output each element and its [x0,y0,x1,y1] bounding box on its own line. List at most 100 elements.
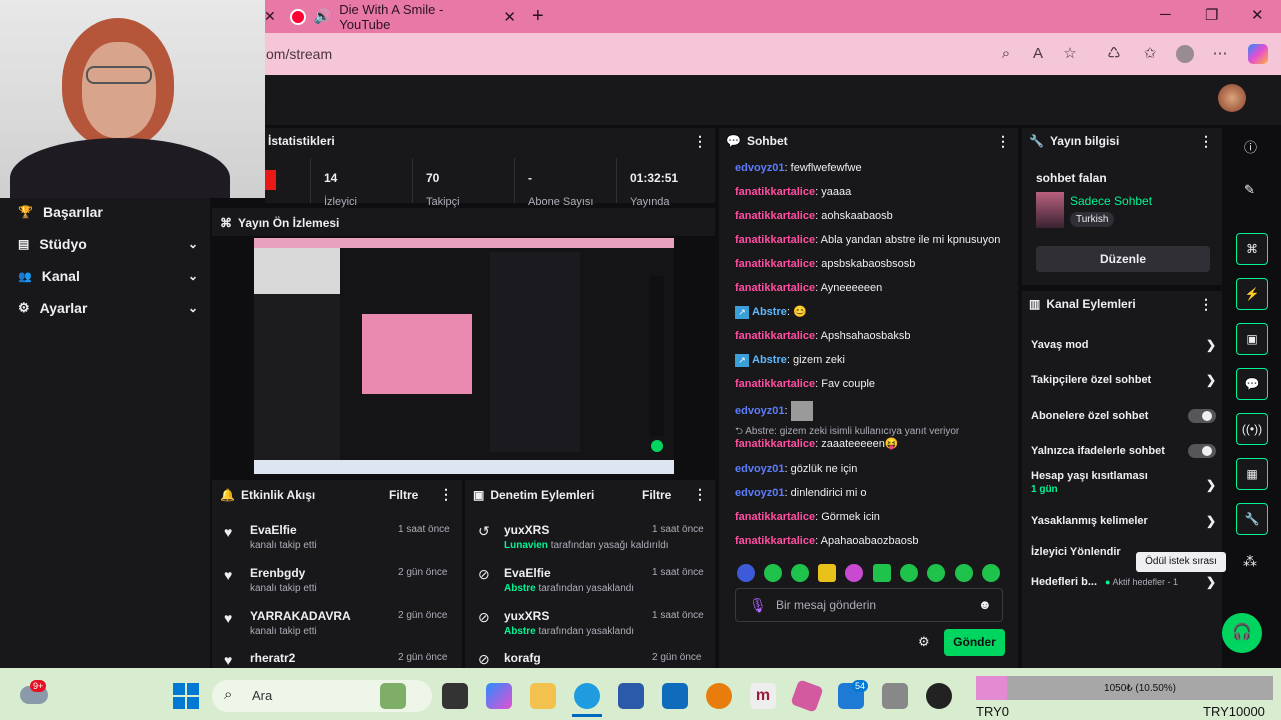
emote-icon[interactable] [982,564,1000,582]
read-aloud-icon[interactable]: A [1028,44,1048,64]
file-explorer-icon[interactable] [530,683,556,709]
blender-icon[interactable] [706,683,732,709]
extensions-icon[interactable]: ♺ [1104,44,1124,64]
microphone-icon[interactable]: 🎙 [749,597,767,614]
chat-message[interactable]: ↗ Abstre: gizem zeki [735,353,1015,367]
moderation-item[interactable]: ↺ yuxXRS Lunavien tarafından yasağı kald… [476,520,716,562]
minimize-button[interactable]: ─ [1160,6,1171,23]
activity-item[interactable]: ♥ EvaElfie kanalı takip etti 1 saat önce [222,520,462,562]
chat-message[interactable]: edvoyz01: [735,401,1015,421]
chat-user[interactable]: Abstre [752,354,787,366]
nav-item-kanal[interactable]: 👥 Kanal ⌄ [18,263,198,289]
profile-icon[interactable] [1176,45,1194,63]
copilot-app-icon[interactable] [486,683,512,709]
sidebar-chat-button[interactable]: 💬 [1236,368,1268,400]
window-close-button[interactable]: ✕ [1251,6,1264,24]
moderation-item[interactable]: ⊘ EvaElfie Abstre tarafından yasaklandı … [476,563,716,605]
nav-item-basarilar[interactable]: 🏆 Başarılar [18,199,198,225]
chat-user[interactable]: fanatikkartalice [735,186,815,198]
more-menu-icon[interactable]: ⋯ [1210,44,1230,64]
action-account-age[interactable]: Hesap yaşı kısıtlaması 1 gün ❯ [1031,470,1216,502]
action-goals[interactable]: Hedefleri b... ● Aktif hedefler - 1 ❯ [1031,570,1216,594]
chat-user[interactable]: fanatikkartalice [735,258,815,270]
restore-button[interactable]: ❐ [1205,6,1218,24]
chat-message[interactable]: fanatikkartalice: yaaaa [735,185,1015,199]
subscribers-only-toggle[interactable] [1188,409,1216,423]
task-view-icon[interactable] [442,683,468,709]
action-subscribers-only[interactable]: Abonelere özel sohbet [1031,404,1216,428]
address-url[interactable]: om/stream [266,46,332,62]
sidebar-tools-button[interactable]: 🔧 [1236,503,1268,535]
channel-actions-more-icon[interactable]: ⋮ [1199,296,1213,313]
start-button[interactable] [173,683,199,709]
chat-message[interactable]: fanatikkartalice: Ayneeeeeen [735,281,1015,295]
nav-item-ayarlar[interactable]: ⚙ Ayarlar ⌄ [18,295,198,321]
edit-pencil-icon[interactable]: ✎ [1244,182,1255,198]
chat-message[interactable]: ↗ Abstre: 😊 [735,305,1015,319]
info-icon[interactable]: ⓘ [1244,137,1257,156]
chat-user[interactable]: fanatikkartalice [735,282,815,294]
chevron-down-icon[interactable]: ⌄ [188,269,198,283]
action-emote-only[interactable]: Yalnızca ifadelerle sohbet [1031,439,1216,463]
action-banned-words[interactable]: Yasaklanmış kelimeler ❯ [1031,509,1216,533]
chat-message[interactable]: fanatikkartalice: Görmek icin [735,510,1015,524]
action-slow-mode[interactable]: Yavaş mod ❯ [1031,333,1216,357]
chat-user[interactable]: edvoyz01 [735,405,785,417]
emote-icon[interactable] [818,564,836,582]
reward-queue-icon[interactable]: ⁂ [1243,553,1257,570]
chat-user[interactable]: edvoyz01 [735,487,785,499]
chat-message[interactable]: fanatikkartalice: Abla yandan abstre ile… [735,233,1015,247]
user-avatar[interactable] [1218,84,1246,112]
obs-app-icon[interactable] [926,683,952,709]
chat-user[interactable]: edvoyz01 [735,162,785,174]
collections-icon[interactable]: ✩ [1140,44,1160,64]
chat-message[interactable]: edvoyz01: dinlendirici mi o [735,486,1015,500]
edge-browser-icon[interactable] [574,683,600,709]
emote-icon[interactable] [955,564,973,582]
edit-button[interactable]: Düzenle [1036,246,1210,272]
category-name[interactable]: Sadece Sohbet [1070,194,1152,208]
chat-user[interactable]: fanatikkartalice [735,378,815,390]
activity-item[interactable]: ♥ YARRAKADAVRA kanalı takip etti 2 gün ö… [222,606,462,648]
zoom-icon[interactable]: ⌕ [996,44,1016,64]
chat-message[interactable]: fanatikkartalice: apsbskabaosbsosb [735,257,1015,271]
emote-only-toggle[interactable] [1188,444,1216,458]
new-tab-button[interactable]: + [532,5,544,28]
copilot-icon[interactable] [1248,44,1268,64]
sidebar-broadcast-button[interactable]: ((•)) [1236,413,1268,445]
chat-user[interactable]: Abstre [752,306,787,318]
chat-user[interactable]: fanatikkartalice [735,234,815,246]
activity-filter-button[interactable]: Filtre [389,488,418,502]
send-button[interactable]: Gönder [944,629,1005,656]
chat-message[interactable]: fanatikkartalice: Apshsahaosbaksb [735,329,1015,343]
favorite-star-icon[interactable]: ☆ [1060,44,1080,64]
microphone-app-icon[interactable] [882,683,908,709]
moderation-more-icon[interactable]: ⋮ [693,486,707,503]
activity-more-icon[interactable]: ⋮ [439,486,453,503]
chat-input[interactable]: Bir mesaj gönderin [735,588,1003,622]
chevron-down-icon[interactable]: ⌄ [188,237,198,251]
headset-support-button[interactable]: 🎧 [1222,613,1262,653]
chat-message[interactable]: edvoyz01: fewflwefewfwe [735,161,1015,175]
tab-close-icon[interactable]: ✕ [503,8,516,26]
action-followers-only[interactable]: Takipçilere özel sohbet ❯ [1031,368,1216,392]
sidebar-flash-button[interactable]: ⚡ [1236,278,1268,310]
activity-item[interactable]: ♥ rheratr2 2 gün önce [222,648,462,666]
speaker-icon[interactable]: 🔊 [314,8,331,25]
emote-icon[interactable] [873,564,891,582]
outlook-icon[interactable] [662,683,688,709]
stream-preview-video[interactable] [254,238,674,474]
chat-message[interactable]: fanatikkartalice: Apahaoabaozbaosb [735,534,1015,548]
browser-tab[interactable]: 🔊 Die With A Smile - YouTube ✕ [282,2,520,32]
chat-message[interactable]: edvoyz01: gözlük ne için [735,462,1015,476]
chat-message[interactable]: fanatikkartalice: Fav couple [735,377,1015,391]
chat-user[interactable]: edvoyz01 [735,463,785,475]
emote-icon[interactable] [900,564,918,582]
emote-icon[interactable] [764,564,782,582]
chat-user[interactable]: fanatikkartalice [735,511,815,523]
emoji-picker-icon[interactable]: ☻ [978,597,992,612]
widgets-app-icon[interactable] [380,683,406,709]
chat-user[interactable]: fanatikkartalice [735,438,815,450]
sidebar-moderation-button[interactable]: ▣ [1236,323,1268,355]
emote-icon[interactable] [737,564,755,582]
